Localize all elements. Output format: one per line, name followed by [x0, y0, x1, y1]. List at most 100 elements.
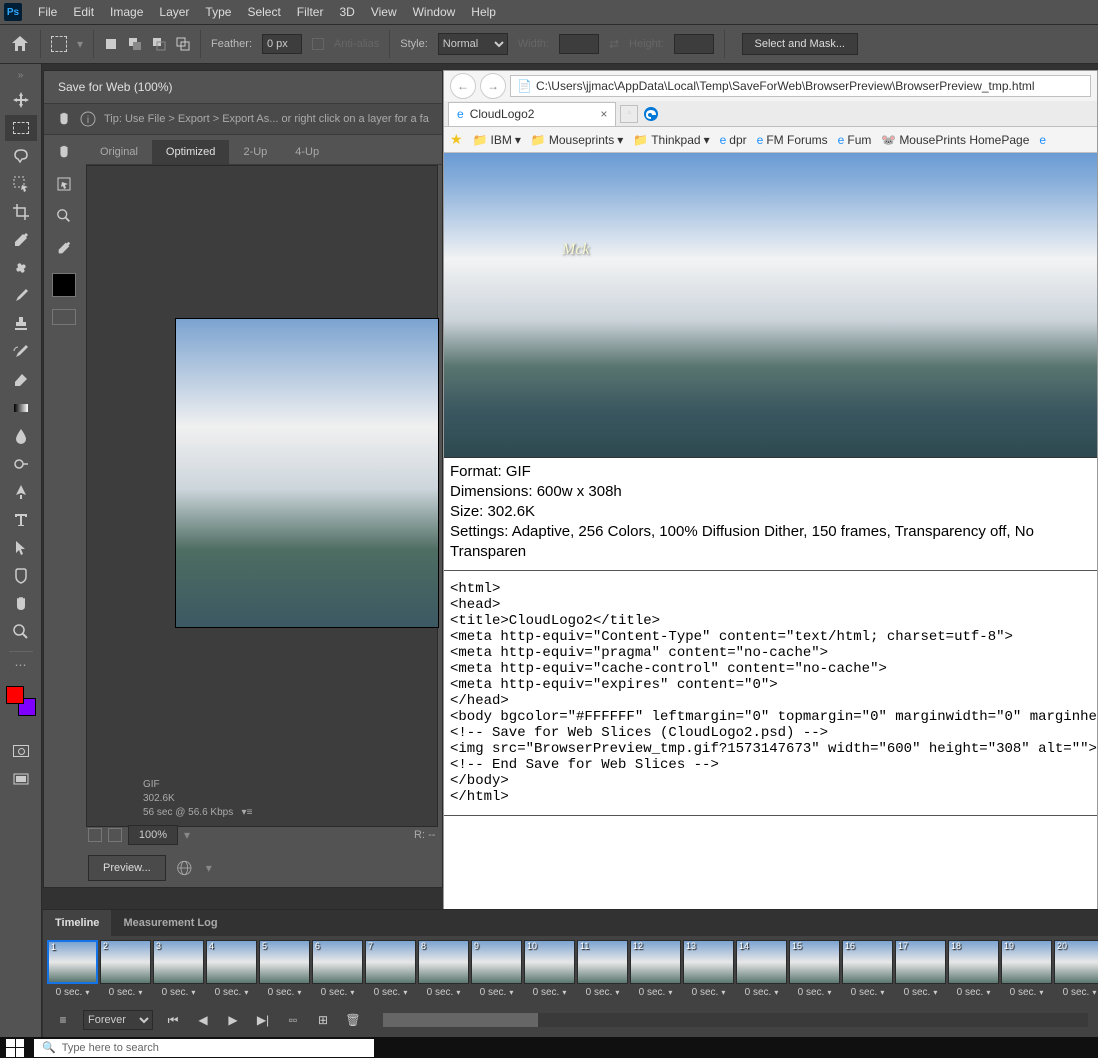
frame-duration[interactable]: 0 sec. — [736, 984, 787, 1000]
new-selection-icon[interactable] — [104, 37, 118, 51]
zoom-tool[interactable] — [5, 619, 37, 645]
prev-frame-icon[interactable]: ◀ — [193, 1010, 213, 1030]
checkbox2-icon[interactable] — [108, 828, 122, 842]
eyedropper-tool[interactable] — [5, 227, 37, 253]
browser-preview-icon[interactable] — [176, 858, 196, 878]
bookmark-mphome[interactable]: 🐭MousePrints HomePage — [881, 133, 1029, 147]
timeline-scrollbar[interactable] — [383, 1013, 1088, 1027]
timeline-frame[interactable]: 80 sec. — [418, 940, 469, 1000]
menu-view[interactable]: View — [363, 0, 405, 24]
blur-tool[interactable] — [5, 423, 37, 449]
timeline-frame[interactable]: 100 sec. — [524, 940, 575, 1000]
timeline-frame[interactable]: 190 sec. — [1001, 940, 1052, 1000]
foreground-color[interactable] — [6, 686, 24, 704]
timeline-frame[interactable]: 160 sec. — [842, 940, 893, 1000]
next-frame-icon[interactable]: ▶| — [253, 1010, 273, 1030]
address-bar[interactable]: 📄 C:\Users\jjmac\AppData\Local\Temp\Save… — [510, 75, 1091, 97]
eyedropper-icon[interactable] — [50, 235, 78, 261]
frame-duration[interactable]: 0 sec. — [1054, 984, 1098, 1000]
delete-frame-icon[interactable]: 🗑 — [343, 1010, 363, 1030]
menu-3d[interactable]: 3D — [331, 0, 362, 24]
move-tool[interactable] — [5, 87, 37, 113]
preview-image[interactable] — [175, 318, 439, 628]
hand-tool[interactable] — [5, 591, 37, 617]
back-button[interactable]: ← — [450, 73, 476, 99]
timeline-frame[interactable]: 200 sec. — [1054, 940, 1098, 1000]
frame-duration[interactable]: 0 sec. — [630, 984, 681, 1000]
bookmark-mouseprints[interactable]: 📁Mouseprints ▾ — [531, 133, 623, 147]
tab-timeline[interactable]: Timeline — [43, 910, 111, 936]
new-tab-button[interactable]: ▫ — [620, 105, 638, 123]
dodge-tool[interactable] — [5, 451, 37, 477]
marquee-tool[interactable] — [5, 115, 37, 141]
bookmark-fum[interactable]: eFum — [838, 133, 872, 147]
menu-type[interactable]: Type — [197, 0, 239, 24]
marquee-icon[interactable] — [51, 36, 67, 52]
tab-measurement-log[interactable]: Measurement Log — [111, 910, 229, 936]
favorites-icon[interactable]: ★ — [450, 131, 463, 148]
menu-select[interactable]: Select — [239, 0, 288, 24]
tab-original[interactable]: Original — [86, 140, 152, 164]
frame-duration[interactable]: 0 sec. — [418, 984, 469, 1000]
menu-edit[interactable]: Edit — [65, 0, 102, 24]
crop-tool[interactable] — [5, 199, 37, 225]
slice-visibility-icon[interactable] — [52, 309, 76, 325]
duplicate-frame-icon[interactable]: ⊞ — [313, 1010, 333, 1030]
timeline-frame[interactable]: 60 sec. — [312, 940, 363, 1000]
gradient-tool[interactable] — [5, 395, 37, 421]
bookmark-thinkpad[interactable]: 📁Thinkpad ▾ — [633, 133, 709, 147]
menu-file[interactable]: File — [30, 0, 65, 24]
bookmark-fmforums[interactable]: eFM Forums — [757, 133, 828, 147]
timeline-frame[interactable]: 10 sec. — [47, 940, 98, 1000]
timeline-frame[interactable]: 170 sec. — [895, 940, 946, 1000]
menu-help[interactable]: Help — [463, 0, 504, 24]
home-icon[interactable] — [10, 34, 30, 54]
frame-duration[interactable]: 0 sec. — [153, 984, 204, 1000]
close-tab-icon[interactable]: × — [600, 107, 607, 121]
taskbar-search[interactable]: 🔍 Type here to search — [34, 1039, 374, 1057]
eyedropper-color[interactable] — [52, 273, 76, 297]
frame-duration[interactable]: 0 sec. — [683, 984, 734, 1000]
checkbox-icon[interactable] — [88, 828, 102, 842]
bookmark-dpr[interactable]: edpr — [720, 133, 747, 147]
tab-optimized[interactable]: Optimized — [152, 140, 230, 164]
feather-input[interactable] — [262, 34, 302, 54]
tab-2up[interactable]: 2-Up — [229, 140, 281, 164]
convert-timeline-icon[interactable]: ≡ — [53, 1010, 73, 1030]
add-selection-icon[interactable] — [128, 37, 142, 51]
hand-tool-icon[interactable] — [50, 139, 78, 165]
frame-duration[interactable]: 0 sec. — [842, 984, 893, 1000]
forward-button[interactable]: → — [480, 73, 506, 99]
screenmode-tool[interactable] — [5, 766, 37, 792]
stamp-tool[interactable] — [5, 311, 37, 337]
timeline-frame[interactable]: 130 sec. — [683, 940, 734, 1000]
frame-duration[interactable]: 0 sec. — [524, 984, 575, 1000]
frame-duration[interactable]: 0 sec. — [471, 984, 522, 1000]
timeline-frame[interactable]: 150 sec. — [789, 940, 840, 1000]
quickmask-tool[interactable] — [5, 738, 37, 764]
pen-tool[interactable] — [5, 479, 37, 505]
select-and-mask-button[interactable]: Select and Mask... — [742, 33, 859, 55]
frame-duration[interactable]: 0 sec. — [365, 984, 416, 1000]
menu-window[interactable]: Window — [405, 0, 464, 24]
timeline-frame[interactable]: 140 sec. — [736, 940, 787, 1000]
zoom-input[interactable] — [128, 825, 178, 845]
zoom-icon[interactable] — [50, 203, 78, 229]
menu-image[interactable]: Image — [102, 0, 151, 24]
shape-tool[interactable] — [5, 563, 37, 589]
intersect-selection-icon[interactable] — [176, 37, 190, 51]
lasso-tool[interactable] — [5, 143, 37, 169]
frame-duration[interactable]: 0 sec. — [259, 984, 310, 1000]
timeline-frame[interactable]: 120 sec. — [630, 940, 681, 1000]
color-swatches[interactable] — [6, 686, 36, 716]
frame-duration[interactable]: 0 sec. — [100, 984, 151, 1000]
menu-layer[interactable]: Layer — [151, 0, 197, 24]
style-select[interactable]: Normal — [438, 33, 508, 55]
browser-tab[interactable]: e CloudLogo2 × — [448, 102, 616, 126]
timeline-frame[interactable]: 40 sec. — [206, 940, 257, 1000]
edge-icon[interactable] — [642, 105, 660, 123]
timeline-frame[interactable]: 20 sec. — [100, 940, 151, 1000]
timeline-frame[interactable]: 50 sec. — [259, 940, 310, 1000]
first-frame-icon[interactable]: ⏮ — [163, 1010, 183, 1030]
frame-duration[interactable]: 0 sec. — [1001, 984, 1052, 1000]
